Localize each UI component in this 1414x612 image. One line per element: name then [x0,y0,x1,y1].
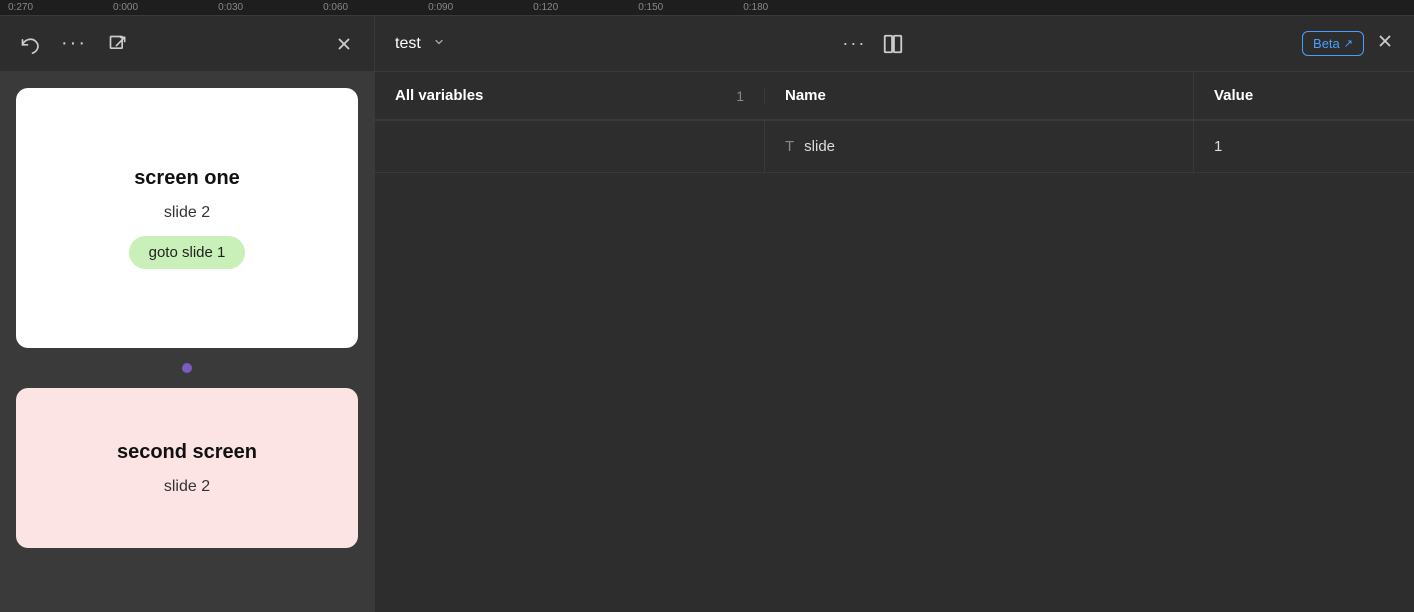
slide-card-screen-one[interactable]: screen one slide 2 goto slide 1 [16,88,358,348]
column-name-header: Name [765,72,1194,119]
beta-label: Beta [1313,36,1340,51]
slide-connector [16,360,358,376]
more-options-button[interactable]: ··· [842,33,866,54]
goto-slide-1-button[interactable]: goto slide 1 [129,236,246,269]
variables-header-row: All variables 1 Name Value [375,72,1414,120]
more-button[interactable]: ··· [60,30,88,58]
second-screen-title: second screen [117,441,257,464]
undo-button[interactable] [16,30,44,58]
left-panel-header: ··· [0,16,374,72]
right-panel-close-button[interactable] [1376,32,1394,55]
slide-card-second-screen[interactable]: second screen slide 2 [16,388,358,548]
var-value-text: 1 [1214,138,1222,155]
left-header-icons: ··· [16,30,132,58]
variable-row-slide: T slide 1 [375,121,1414,173]
project-name: test [395,35,421,53]
external-link-button[interactable] [104,30,132,58]
slide-card-second-screen-content: second screen slide 2 [16,388,358,548]
slide-card-screen-one-content: screen one slide 2 goto slide 1 [16,88,358,348]
chevron-down-icon [433,36,445,51]
left-panel: ··· [0,16,375,612]
beta-button[interactable]: Beta ↗ [1302,31,1364,56]
right-header-left: test [395,35,445,53]
second-screen-slide-label: slide 2 [164,478,210,496]
all-variables-text: All variables [395,87,483,104]
ruler-bar: 0:270 0:000 0:030 0:060 0:090 0:120 0:15… [0,0,1414,16]
var-name-cell[interactable]: T slide [765,121,1194,172]
var-row-left-empty [375,121,765,172]
right-header-right: Beta ↗ [1302,31,1394,56]
variables-area: All variables 1 Name Value T slide [375,72,1414,612]
right-panel: test ··· B [375,16,1414,612]
variables-count: 1 [736,88,744,104]
left-panel-close-button[interactable] [330,30,358,58]
right-panel-header: test ··· B [375,16,1414,72]
screen-one-slide-label: slide 2 [164,204,210,222]
slides-container: screen one slide 2 goto slide 1 second s… [0,72,374,612]
beta-external-icon: ↗ [1344,37,1353,50]
var-value-cell[interactable]: 1 [1194,121,1414,172]
column-value-header: Value [1194,72,1414,119]
connector-dot [182,363,192,373]
screen-one-title: screen one [134,167,240,190]
ruler-marks: 0:270 0:000 0:030 0:060 0:090 0:120 0:15… [8,2,768,13]
layout-toggle-button[interactable] [882,33,904,55]
all-variables-label: All variables 1 [375,87,765,104]
var-name-text: slide [804,138,835,155]
type-text-icon: T [785,138,794,155]
main-area: ··· [0,16,1414,612]
right-header-center: ··· [842,33,904,55]
